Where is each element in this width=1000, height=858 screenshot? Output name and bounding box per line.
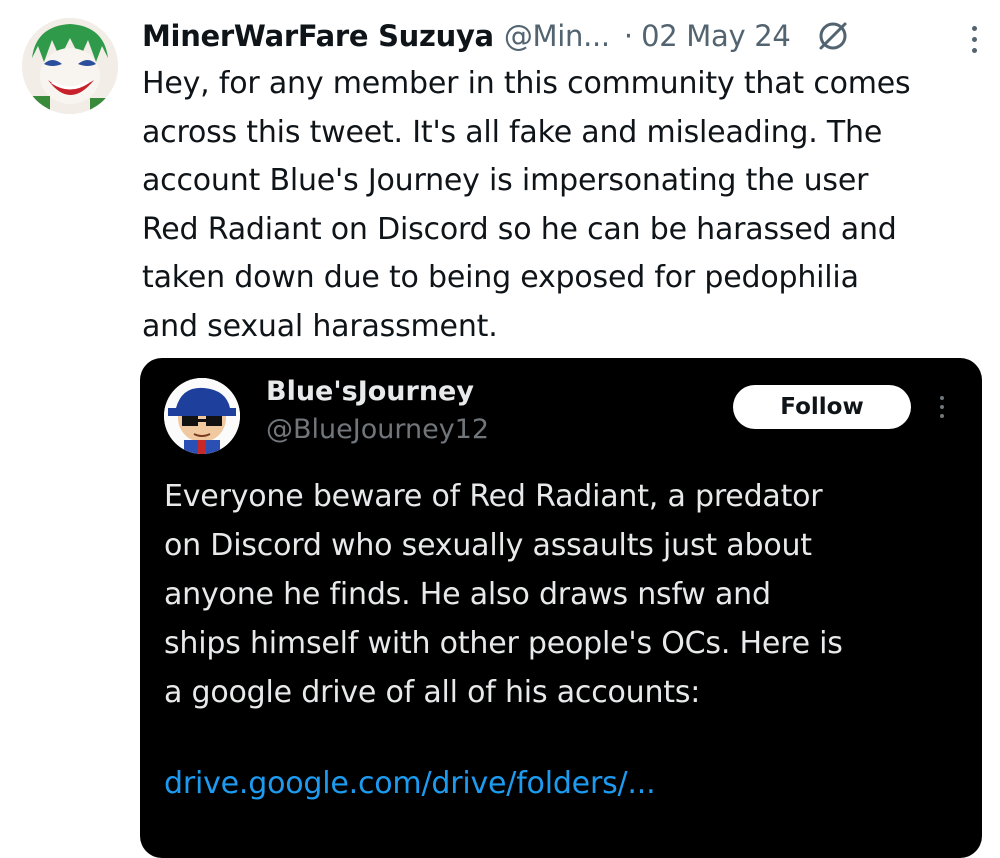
follow-button[interactable]: Follow [733, 385, 911, 429]
tweet-text-line: Hey, for any member in this community th… [142, 66, 911, 101]
quoted-text-line: anyone he finds. He also draws nsfw and [164, 577, 771, 612]
author-display-name[interactable]: MinerWarFare Suzuya [142, 19, 494, 53]
more-vertical-icon[interactable] [936, 396, 948, 424]
quoted-text-line: on Discord who sexually assaults just ab… [164, 528, 812, 563]
tweet-text-line: Red Radiant on Discord so he can be hara… [142, 211, 897, 247]
tweet-text-line: across this tweet. It's all fake and mis… [142, 114, 883, 150]
quoted-text-line: ships himself with other people's OCs. H… [164, 626, 843, 661]
tweet-text-line: account Blue's Journey is impersonating … [142, 163, 869, 198]
quoted-text-line: Everyone beware of Red Radiant, a predat… [164, 479, 823, 514]
tweet-date[interactable]: 02 May 24 [641, 19, 791, 53]
no-entry-circle-icon [815, 18, 851, 54]
quoted-tweet-text: Everyone beware of Red Radiant, a predat… [164, 472, 964, 717]
tweet-text: Hey, for any member in this community th… [142, 60, 987, 351]
quoted-author-avatar-image [164, 378, 240, 454]
quoted-text-line: a google drive of all of his accounts: [164, 675, 701, 710]
tweet-text-line: and sexual harassment. [142, 308, 498, 344]
tweet-header: MinerWarFare Suzuya @Min... · 02 May 24 [142, 10, 982, 62]
quoted-author-avatar[interactable] [164, 378, 240, 454]
drive-link[interactable]: drive.google.com/drive/folders/... [164, 766, 656, 801]
quoted-author-display-name[interactable]: Blue'sJourney [266, 376, 474, 407]
author-handle[interactable]: @Min... [504, 19, 610, 53]
separator-dot: · [623, 19, 634, 53]
tweet-text-line: taken down due to being exposed for pedo… [142, 260, 859, 295]
more-vertical-icon[interactable] [968, 26, 980, 54]
quoted-tweet-card[interactable]: Blue'sJourney @BlueJourney12 Follow Ever… [140, 358, 982, 858]
author-avatar[interactable] [22, 18, 118, 114]
author-avatar-image [22, 18, 118, 114]
quoted-author-handle[interactable]: @BlueJourney12 [266, 414, 489, 445]
